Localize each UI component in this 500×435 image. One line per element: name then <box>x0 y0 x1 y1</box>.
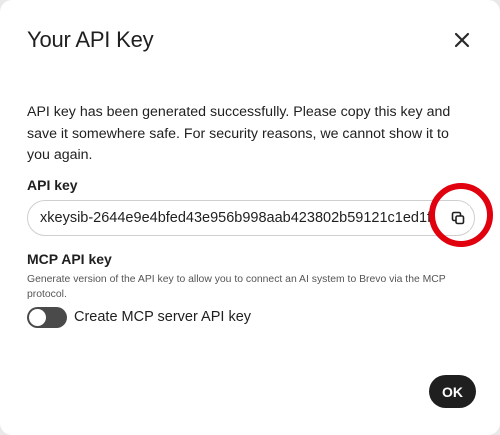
mcp-api-key-label: MCP API key <box>27 251 112 267</box>
mcp-toggle-label: Create MCP server API key <box>74 309 252 325</box>
copy-icon <box>451 211 465 225</box>
api-key-label: API key <box>27 177 78 193</box>
mcp-toggle[interactable] <box>27 307 67 328</box>
copy-button[interactable] <box>446 206 470 230</box>
ok-button[interactable]: OK <box>429 375 476 408</box>
api-key-dialog: Your API Key API key has been generated … <box>0 0 500 435</box>
close-button[interactable] <box>448 26 476 54</box>
mcp-description: Generate version of the API key to allow… <box>27 274 446 300</box>
api-key-field[interactable] <box>27 200 475 236</box>
success-message: API key has been generated successfully.… <box>27 104 451 163</box>
toggle-knob <box>29 309 46 326</box>
close-icon <box>454 32 470 48</box>
dialog-title: Your API Key <box>27 27 154 52</box>
api-key-input[interactable] <box>40 201 450 235</box>
